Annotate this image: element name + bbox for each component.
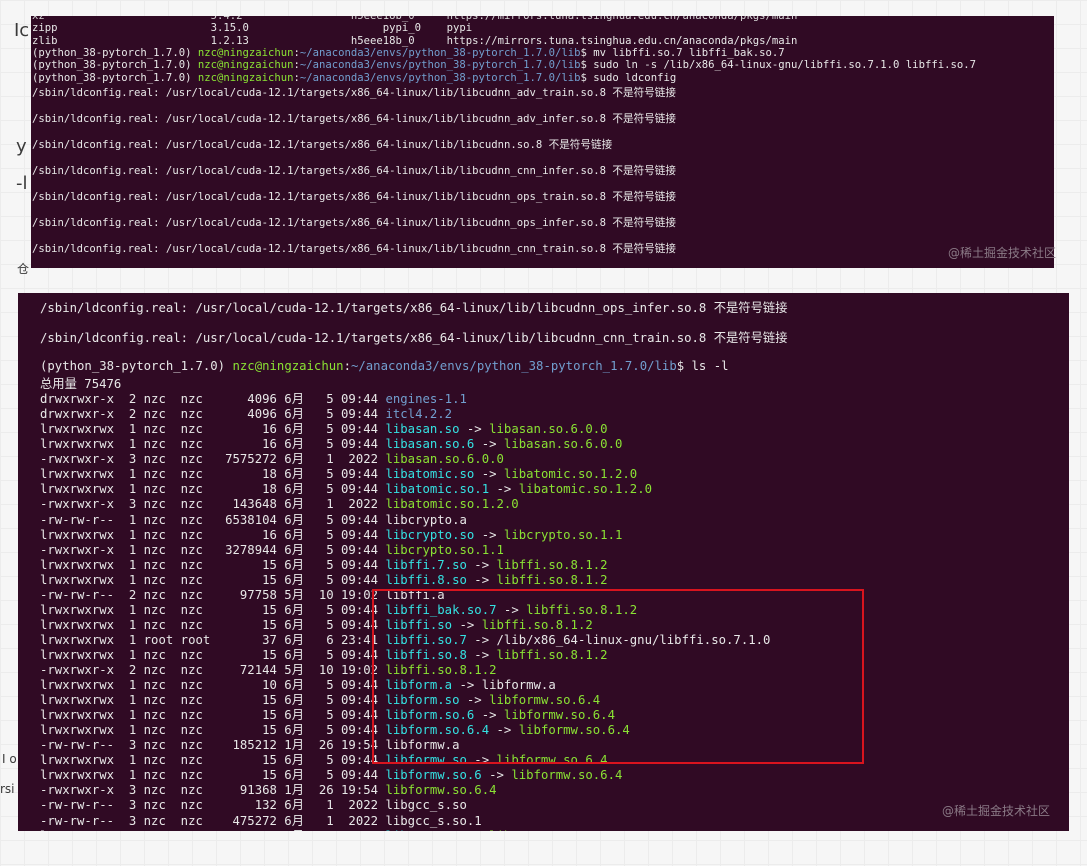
terminal-line: /sbin/ldconfig.real: /usr/local/cuda-12.… bbox=[31, 189, 676, 204]
terminal-text: zipp 3.15.0 pypi_0 pypi bbox=[32, 22, 473, 35]
terminal-text: libformw.so.6.4 bbox=[511, 768, 623, 783]
terminal-text: /sbin/ldconfig.real: /usr/local/cuda-12.… bbox=[32, 87, 676, 99]
terminal-text: (python_38-pytorch_1.7.0) bbox=[32, 71, 198, 84]
terminal-text: /sbin/ldconfig.real: /usr/local/cuda-12.… bbox=[32, 139, 613, 151]
terminal-text: zlib 1.2.13 h5eee18b_0 https://mirrors.t… bbox=[32, 34, 798, 47]
terminal-text: ~/anaconda3/envs/python_38-pytorch_1.7.0… bbox=[299, 59, 581, 72]
terminal-text: xz 5.4.2 h5eee18b_0 https://mirrors.tuna… bbox=[32, 16, 798, 22]
terminal-text: /sbin/ldconfig.real: /usr/local/cuda-12.… bbox=[32, 191, 676, 203]
terminal-text: ~/anaconda3/envs/python_38-pytorch_1.7.0… bbox=[299, 46, 581, 59]
terminal-text: libatomic.so.1.2.0 bbox=[518, 482, 652, 497]
terminal-text: (python_38-pytorch_1.7.0) bbox=[32, 46, 198, 59]
terminal-text: libgomp.so.1.0.0 bbox=[489, 829, 607, 831]
background-fragment: 仓 bbox=[17, 262, 30, 276]
terminal-text: ~/anaconda3/envs/python_38-pytorch_1.7.0… bbox=[350, 359, 677, 373]
terminal-line: /sbin/ldconfig.real: /usr/local/cuda-12.… bbox=[18, 298, 788, 316]
terminal-text: $ sudo ldconfig bbox=[580, 71, 677, 84]
terminal-text: libasan.so.6.0.0 bbox=[503, 437, 623, 452]
terminal-text: $ mv libffi.so.7 libffi_bak.so.7 bbox=[580, 46, 785, 59]
terminal-line: lrwxrwxrwx 1 nzc nzc 16 6月 5 09:44 libgo… bbox=[18, 826, 608, 831]
terminal-text: -> bbox=[460, 829, 490, 831]
terminal-text: /sbin/ldconfig.real: /usr/local/cuda-12.… bbox=[32, 165, 676, 177]
terminal-text: libffi.so.8.1.2 bbox=[496, 572, 608, 587]
terminal-text: /sbin/ldconfig.real: /usr/local/cuda-12.… bbox=[32, 113, 676, 125]
terminal-text: $ ls -l bbox=[676, 359, 729, 373]
terminal-line: /sbin/ldconfig.real: /usr/local/cuda-12.… bbox=[31, 111, 676, 126]
terminal-text: nzc@ningzaichun bbox=[232, 359, 344, 373]
terminal-window-top: xz 5.4.2 h5eee18b_0 https://mirrors.tuna… bbox=[31, 16, 1054, 268]
terminal-line: /sbin/ldconfig.real: /usr/local/cuda-12.… bbox=[18, 328, 788, 346]
terminal-text: lrwxrwxrwx 1 nzc nzc 16 6月 5 09:44 bbox=[40, 829, 385, 831]
terminal-line: /sbin/ldconfig.real: /usr/local/cuda-12.… bbox=[31, 137, 612, 152]
terminal-text: libgomp.so bbox=[385, 829, 459, 831]
background-fragment: I o bbox=[2, 752, 17, 766]
background-fragment: y bbox=[16, 136, 27, 157]
terminal-line: (python_38-pytorch_1.7.0) nzc@ningzaichu… bbox=[31, 72, 676, 84]
watermark-top: @稀土掘金技术社区 bbox=[948, 246, 1057, 260]
terminal-text: (python_38-pytorch_1.7.0) bbox=[40, 359, 233, 373]
terminal-line: /sbin/ldconfig.real: /usr/local/cuda-12.… bbox=[31, 215, 676, 230]
terminal-text: (python_38-pytorch_1.7.0) bbox=[32, 59, 198, 72]
terminal-text: nzc@ningzaichun bbox=[197, 71, 294, 84]
terminal-line: (python_38-pytorch_1.7.0) nzc@ningzaichu… bbox=[31, 47, 785, 59]
terminal-text: ~/anaconda3/envs/python_38-pytorch_1.7.0… bbox=[299, 71, 581, 84]
terminal-line: /sbin/ldconfig.real: /usr/local/cuda-12.… bbox=[31, 85, 676, 100]
watermark-bottom: @稀土掘金技术社区 bbox=[942, 804, 1051, 818]
terminal-text: nzc@ningzaichun bbox=[197, 59, 294, 72]
terminal-line: /sbin/ldconfig.real: /usr/local/cuda-12.… bbox=[31, 163, 676, 178]
terminal-text: /sbin/ldconfig.real: /usr/local/cuda-12.… bbox=[40, 331, 788, 345]
background-fragment: Ic bbox=[14, 20, 30, 41]
terminal-text: /sbin/ldconfig.real: /usr/local/cuda-12.… bbox=[32, 217, 676, 229]
terminal-text: : bbox=[343, 359, 351, 373]
terminal-line: zlib 1.2.13 h5eee18b_0 https://mirrors.t… bbox=[31, 35, 797, 47]
background-fragment: rsi bbox=[0, 782, 15, 796]
background-fragment: -l bbox=[16, 173, 28, 194]
terminal-line: (python_38-pytorch_1.7.0) nzc@ningzaichu… bbox=[18, 359, 729, 373]
terminal-text: nzc@ningzaichun bbox=[197, 46, 294, 59]
terminal-text: -> bbox=[466, 572, 497, 587]
highlight-box bbox=[372, 589, 864, 764]
terminal-line: /sbin/ldconfig.real: /usr/local/cuda-12.… bbox=[31, 241, 676, 256]
terminal-text: $ sudo ln -s /lib/x86_64-linux-gnu/libff… bbox=[580, 59, 976, 72]
terminal-line: (python_38-pytorch_1.7.0) nzc@ningzaichu… bbox=[31, 59, 976, 71]
terminal-text: /sbin/ldconfig.real: /usr/local/cuda-12.… bbox=[32, 243, 676, 255]
terminal-line: zipp 3.15.0 pypi_0 pypi bbox=[31, 22, 472, 34]
terminal-text: /sbin/ldconfig.real: /usr/local/cuda-12.… bbox=[40, 301, 788, 315]
terminal-line: xz 5.4.2 h5eee18b_0 https://mirrors.tuna… bbox=[31, 16, 797, 22]
terminal-text: libcrypto.so.1.1 bbox=[503, 527, 623, 542]
